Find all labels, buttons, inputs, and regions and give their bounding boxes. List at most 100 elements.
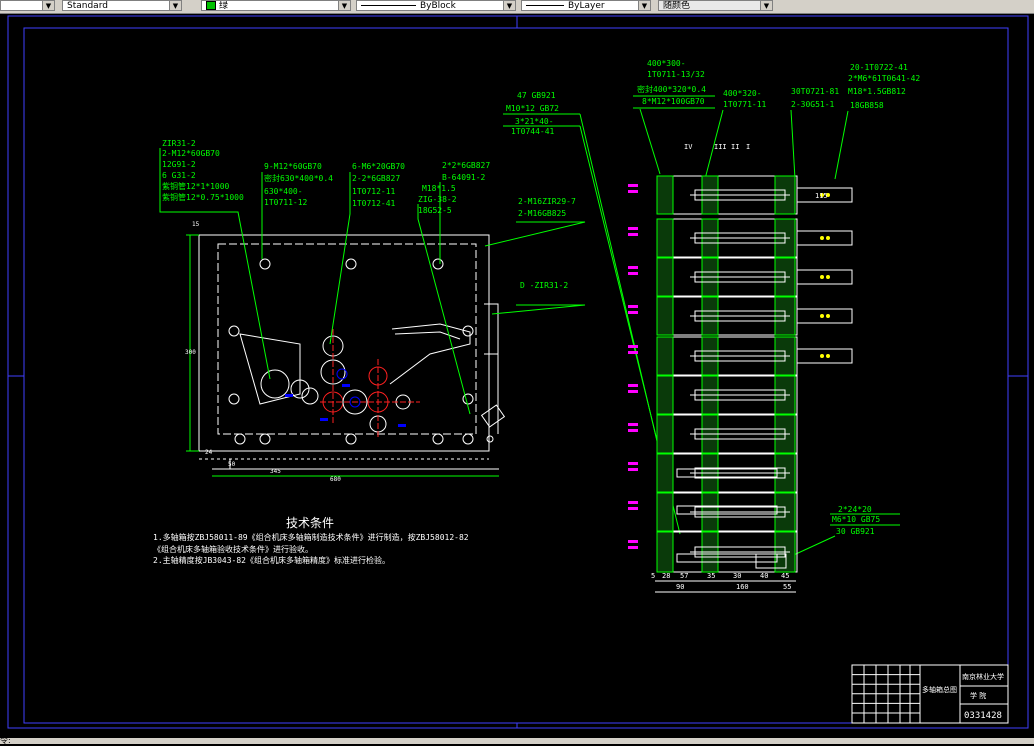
row-spindle-mark: [826, 275, 830, 279]
row-spindle-mark: [826, 354, 830, 358]
row-spindle-ext: [796, 348, 853, 364]
dim-text: 5: [651, 572, 655, 580]
callout-text: 1T0712-11: [352, 187, 396, 196]
color-combo[interactable]: 绿 ▼: [201, 0, 351, 11]
shaft-numerals: IV III II I: [684, 143, 750, 151]
row-label-mark: [628, 305, 638, 308]
callout-text: 12G91-2: [162, 160, 196, 169]
callout-d-label: D -ZIR31-2: [520, 281, 568, 290]
callout-text: 6 G31-2: [162, 171, 196, 180]
titleblock-name: 多轴箱总图: [922, 685, 957, 694]
callout-text: 1T0744-41: [511, 127, 555, 136]
row-label-mark: [628, 384, 638, 387]
roman-numeral: IV: [684, 143, 693, 151]
row-label-mark: [628, 233, 638, 236]
row-label-mark: [628, 311, 638, 314]
row-spindle-mark: [826, 314, 830, 318]
tech-line: 2.主轴精度按JB3043-82《组合机床多轴箱精度》标准进行检验。: [153, 555, 390, 565]
callout-m16: 2-M16ZIR29-7 2-M16GB825: [518, 197, 576, 218]
callout-text: 2-2*6GB827: [352, 174, 400, 183]
row-hatch-left: [656, 375, 674, 415]
callout-text: M18*1.5GB812: [848, 87, 906, 96]
callout-gb827: 2*2*6GB827 B-64091-2: [442, 161, 490, 182]
row-label-mark: [628, 351, 638, 354]
row-label-mark: [628, 184, 638, 187]
chevron-down-icon: ▼: [338, 1, 350, 10]
dim-text: 90: [676, 583, 684, 591]
callout-text: 2*M6*61T0641-42: [848, 74, 920, 83]
properties-toolbar: ▼ Standard ▼ 绿 ▼ ByBlock ▼ ByLayer ▼ 随颜色…: [0, 0, 1034, 14]
lineweight-combo[interactable]: ByLayer ▼: [521, 0, 651, 11]
row-spindle-ext: [796, 230, 853, 246]
row-hatch-left: [656, 492, 674, 532]
callout-400x300: 400*300- 1T0711-13/32 密封400*320*0.4 8*M1…: [633, 59, 715, 109]
color-value: 绿: [219, 1, 229, 11]
row-hatch-left: [656, 414, 674, 454]
callout-text: 紫铜管12*1*1000: [162, 181, 230, 191]
row-spindle-ext: [796, 308, 853, 324]
dim-text: 28: [662, 572, 670, 580]
row-label-mark: [628, 429, 638, 432]
row-hatch-left: [656, 296, 674, 336]
gearbox-front-view: [186, 234, 499, 477]
callout-text: M6*10 GB75: [832, 515, 880, 524]
row-rod: [676, 553, 778, 563]
chevron-down-icon: ▼: [169, 1, 181, 10]
row-hatch-left: [656, 336, 674, 376]
callout-text: 3*21*40-: [515, 117, 554, 126]
tech-line: 《组合机床多轴箱验收技术条件》进行验收。: [153, 544, 313, 554]
dim-text: 57: [680, 572, 688, 580]
textstyle-value: Standard: [67, 1, 108, 11]
plotstyle-combo[interactable]: 随颜色 ▼: [658, 0, 773, 11]
drawing-canvas[interactable]: ZIR31-2 2-M12*60GB70 12G91-2 6 G31-2 紫铜管…: [0, 14, 1034, 738]
combo-arrow-icon: ▼: [42, 1, 54, 10]
command-line[interactable]: 令:: [0, 736, 1034, 745]
roman-numeral: III: [714, 143, 727, 151]
dim-text: 680: [330, 476, 341, 483]
row-hatch-left: [656, 453, 674, 493]
row-hatch-left: [656, 257, 674, 297]
callout-text: 9-M12*60GB70: [264, 162, 322, 171]
row-label-mark: [628, 266, 638, 269]
row-spindle-mark: [820, 354, 824, 358]
row-spindle-mark: [820, 314, 824, 318]
callout-text: 630*400-: [264, 187, 303, 196]
dim-text: 35: [707, 572, 715, 580]
callout-text: M10*12 GB72: [506, 104, 559, 113]
row-hatch-left: [656, 218, 674, 258]
callout-text: 密封630*400*0.4: [264, 173, 333, 183]
dim-text: 24: [205, 449, 213, 456]
callout-text: M18*1.5: [422, 184, 456, 193]
lineweight-preview-icon: [526, 5, 564, 6]
callout-400x320: 400*320- 1T0771-11: [723, 89, 767, 109]
callout-text: 30T0721-81: [791, 87, 839, 96]
dim-text: 30: [733, 572, 741, 580]
callout-text: 紫铜管12*0.75*1000: [162, 192, 244, 202]
callout-m6: 6-M6*20GB70 2-2*6GB827 1T0712-11 1T0712-…: [352, 162, 405, 208]
callout-text: 6-M6*20GB70: [352, 162, 405, 171]
linetype-combo[interactable]: ByBlock ▼: [356, 0, 516, 11]
layer-state-combo[interactable]: ▼: [0, 0, 55, 11]
dim-text: 45: [781, 572, 789, 580]
callout-text: 1T0771-11: [723, 100, 767, 109]
row-label-mark: [628, 190, 638, 193]
linetype-value: ByBlock: [420, 1, 456, 11]
callout-2x24x20: 2*24*20 M6*10 GB75 30 GB921: [830, 505, 900, 536]
oil-pump: [480, 404, 506, 443]
callout-text: 18GB858: [850, 101, 884, 110]
roman-numeral: I: [746, 143, 750, 151]
dim-text: 160: [736, 583, 749, 591]
gear-cluster: [260, 329, 420, 439]
tech-title: 技术条件: [286, 516, 334, 530]
textstyle-combo[interactable]: Standard ▼: [62, 0, 182, 11]
row-label-mark: [628, 546, 638, 549]
callout-text: 20-1T0722-41: [850, 63, 908, 72]
callout-20-1t0722: 20-1T0722-41 2*M6*61T0641-42 M18*1.5GB81…: [848, 63, 920, 110]
callout-text: 2-M16ZIR29-7: [518, 197, 576, 206]
lineweight-value: ByLayer: [568, 1, 605, 11]
row-label-mark: [628, 507, 638, 510]
callout-text: 400*300-: [647, 59, 686, 68]
row-hatch-left: [656, 531, 674, 573]
callout-text: 1T0711-13/32: [647, 70, 705, 79]
row-label-mark: [628, 423, 638, 426]
